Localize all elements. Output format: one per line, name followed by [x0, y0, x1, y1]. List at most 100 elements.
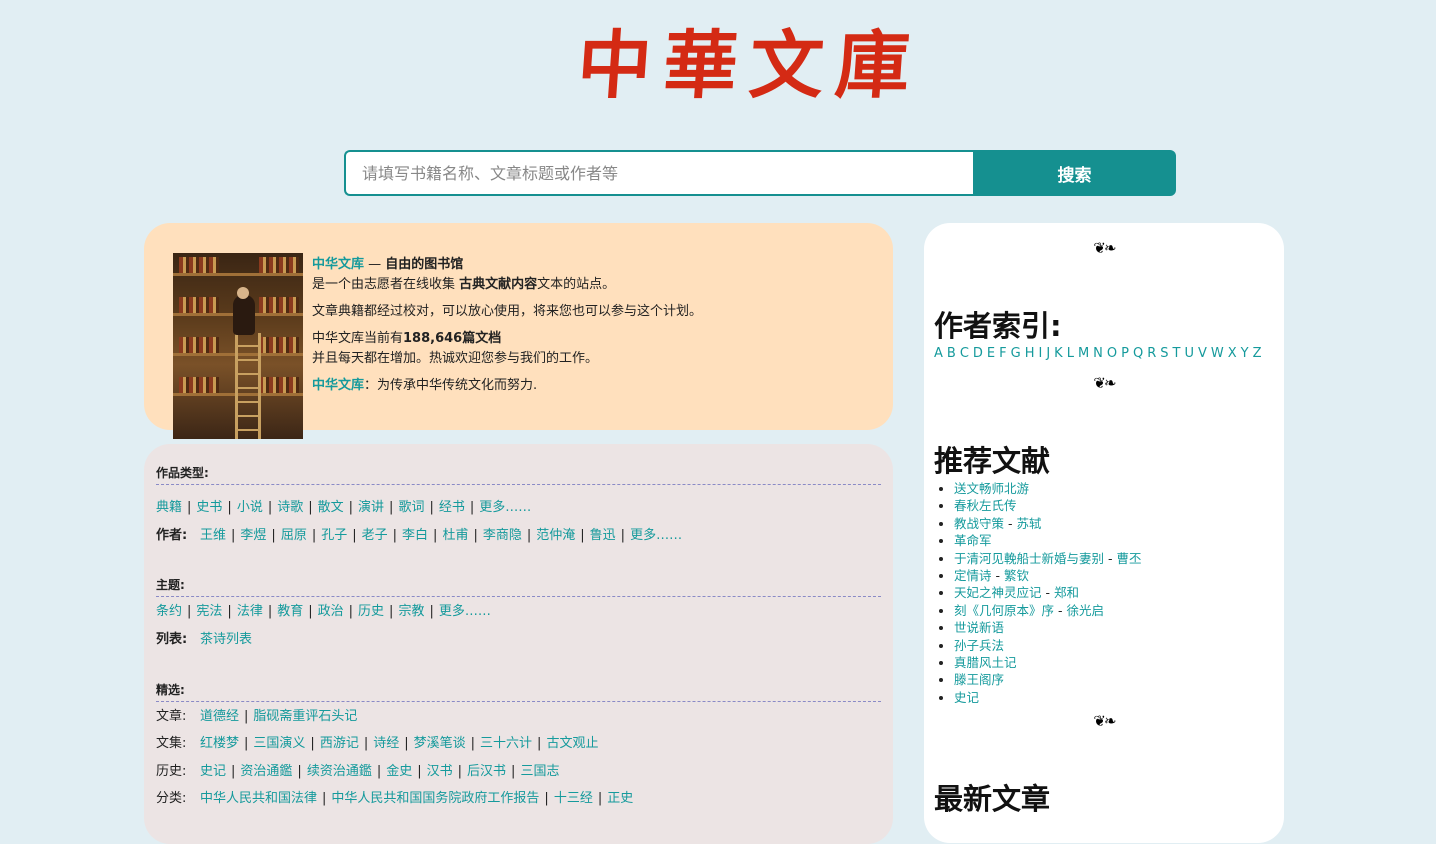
nav-link[interactable]: 正史 — [607, 791, 633, 806]
recommended-title-link[interactable]: 送文畅师北游 — [954, 481, 1029, 496]
nav-link[interactable]: 古文观止 — [546, 736, 598, 751]
author-letter-link[interactable]: M — [1078, 346, 1089, 361]
recommended-title-link[interactable]: 滕王阁序 — [954, 672, 1004, 687]
site-name-link[interactable]: 中华文库 — [312, 257, 364, 272]
recommended-author-link[interactable]: 苏轼 — [1016, 516, 1041, 531]
nav-link[interactable]: 鲁迅 — [590, 528, 616, 543]
author-letter-link[interactable]: N — [1093, 346, 1103, 361]
nav-link[interactable]: 诗经 — [373, 736, 399, 751]
recommended-author-link[interactable]: 郑和 — [1054, 585, 1079, 600]
nav-link[interactable]: 屈原 — [281, 528, 307, 543]
author-letter-link[interactable]: B — [947, 346, 956, 361]
author-letter-link[interactable]: O — [1107, 346, 1117, 361]
nav-link[interactable]: 更多…… — [479, 500, 531, 515]
recommended-title-link[interactable]: 于清河见輓船士新婚与妻别 — [954, 551, 1104, 566]
site-logo[interactable]: 中華文庫 — [557, 14, 943, 109]
author-letter-link[interactable]: D — [973, 346, 983, 361]
recommended-author-link[interactable]: 繁钦 — [1004, 568, 1029, 583]
author-letter-link[interactable]: L — [1067, 346, 1074, 361]
nav-link[interactable]: 三十六计 — [480, 736, 532, 751]
nav-link[interactable]: 王维 — [200, 528, 226, 543]
nav-link[interactable]: 红楼梦 — [200, 736, 239, 751]
author-letter-link[interactable]: H — [1025, 346, 1035, 361]
nav-link[interactable]: 宗教 — [398, 604, 424, 619]
recommended-title-link[interactable]: 真腊风土记 — [954, 655, 1017, 670]
site-name-link-2[interactable]: 中华文库 — [312, 378, 364, 393]
recommended-title-link[interactable]: 革命军 — [954, 533, 992, 548]
nav-link[interactable]: 三国演义 — [253, 736, 305, 751]
search-button[interactable]: 搜索 — [973, 150, 1176, 196]
author-letter-link[interactable]: W — [1211, 346, 1224, 361]
nav-link[interactable]: 教育 — [277, 604, 303, 619]
nav-link[interactable]: 中华人民共和国法律 — [200, 791, 317, 806]
nav-link[interactable]: 更多…… — [630, 528, 682, 543]
separator: | — [433, 528, 438, 543]
nav-link[interactable]: 经书 — [439, 500, 465, 515]
recommended-author-link[interactable]: 徐光启 — [1066, 603, 1104, 618]
recommended-title-link[interactable]: 世说新语 — [954, 620, 1004, 635]
nav-link[interactable]: 李商隐 — [483, 528, 522, 543]
nav-link[interactable]: 后汉书 — [467, 764, 506, 779]
nav-link[interactable]: 史书 — [196, 500, 222, 515]
recommended-title-link[interactable]: 史记 — [954, 690, 979, 705]
nav-link[interactable]: 范仲淹 — [536, 528, 575, 543]
nav-link[interactable]: 法律 — [237, 604, 263, 619]
author-letter-link[interactable]: T — [1173, 346, 1181, 361]
author-letter-link[interactable]: E — [987, 346, 995, 361]
recommended-author-link[interactable]: 曹丕 — [1116, 551, 1141, 566]
nav-link[interactable]: 道德经 — [200, 709, 239, 724]
author-letter-link[interactable]: V — [1198, 346, 1207, 361]
nav-link[interactable]: 政治 — [318, 604, 344, 619]
nav-link[interactable]: 续资治通鑑 — [307, 764, 372, 779]
nav-link[interactable]: 脂砚斋重评石头记 — [253, 709, 357, 724]
nav-link[interactable]: 三国志 — [520, 764, 559, 779]
nav-link[interactable]: 条约 — [156, 604, 182, 619]
nav-link[interactable]: 史记 — [200, 764, 226, 779]
nav-link[interactable]: 诗歌 — [277, 500, 303, 515]
nav-link[interactable]: 历史 — [358, 604, 384, 619]
recommended-title-link[interactable]: 定情诗 — [954, 568, 992, 583]
nav-link[interactable]: 小说 — [237, 500, 263, 515]
nav-link[interactable]: 梦溪笔谈 — [414, 736, 466, 751]
nav-link[interactable]: 李白 — [402, 528, 428, 543]
nav-link[interactable]: 歌词 — [398, 500, 424, 515]
recommended-title-link[interactable]: 春秋左氏传 — [954, 498, 1017, 513]
author-letter-link[interactable]: U — [1184, 346, 1194, 361]
nav-link[interactable]: 宪法 — [196, 604, 222, 619]
author-letter-link[interactable]: J — [1046, 346, 1050, 361]
nav-link[interactable]: 十三经 — [554, 791, 593, 806]
search-input[interactable] — [344, 150, 973, 196]
nav-link[interactable]: 更多…… — [439, 604, 491, 619]
nav-link[interactable]: 资治通鑑 — [240, 764, 292, 779]
nav-link[interactable]: 杜甫 — [442, 528, 468, 543]
author-letter-link[interactable]: G — [1011, 346, 1021, 361]
nav-link[interactable]: 孔子 — [321, 528, 347, 543]
nav-link[interactable]: 金史 — [386, 764, 412, 779]
nav-link[interactable]: 中华人民共和国国务院政府工作报告 — [331, 791, 539, 806]
nav-link[interactable]: 老子 — [362, 528, 388, 543]
nav-link[interactable]: 汉书 — [427, 764, 453, 779]
author-letter-link[interactable]: Y — [1241, 346, 1249, 361]
recommended-title-link[interactable]: 教战守策 — [954, 516, 1004, 531]
nav-link[interactable]: 李煜 — [240, 528, 266, 543]
author-letter-link[interactable]: Z — [1253, 346, 1262, 361]
nav-link[interactable]: 散文 — [318, 500, 344, 515]
nav-link[interactable]: 演讲 — [358, 500, 384, 515]
author-letter-link[interactable]: S — [1160, 346, 1168, 361]
author-letter-link[interactable]: I — [1038, 346, 1042, 361]
recommended-title-link[interactable]: 刻《几何原本》序 — [954, 603, 1054, 618]
author-letter-link[interactable]: P — [1121, 346, 1129, 361]
author-letter-link[interactable]: R — [1147, 346, 1156, 361]
author-letter-link[interactable]: C — [960, 346, 969, 361]
author-letter-link[interactable]: F — [999, 346, 1006, 361]
intro-panel: 中华文库 — 自由的图书馆 是一个由志愿者在线收集 古典文献内容文本的站点。 文… — [144, 223, 893, 439]
recommended-title-link[interactable]: 天妃之神灵应记 — [954, 585, 1042, 600]
nav-link[interactable]: 西游记 — [320, 736, 359, 751]
author-letter-link[interactable]: Q — [1133, 346, 1143, 361]
recommended-title-link[interactable]: 孙子兵法 — [954, 638, 1004, 653]
nav-link[interactable]: 典籍 — [156, 500, 182, 515]
author-letter-link[interactable]: A — [934, 346, 943, 361]
author-letter-link[interactable]: K — [1054, 346, 1063, 361]
author-letter-link[interactable]: X — [1228, 346, 1237, 361]
nav-link[interactable]: 茶诗列表 — [200, 632, 252, 647]
